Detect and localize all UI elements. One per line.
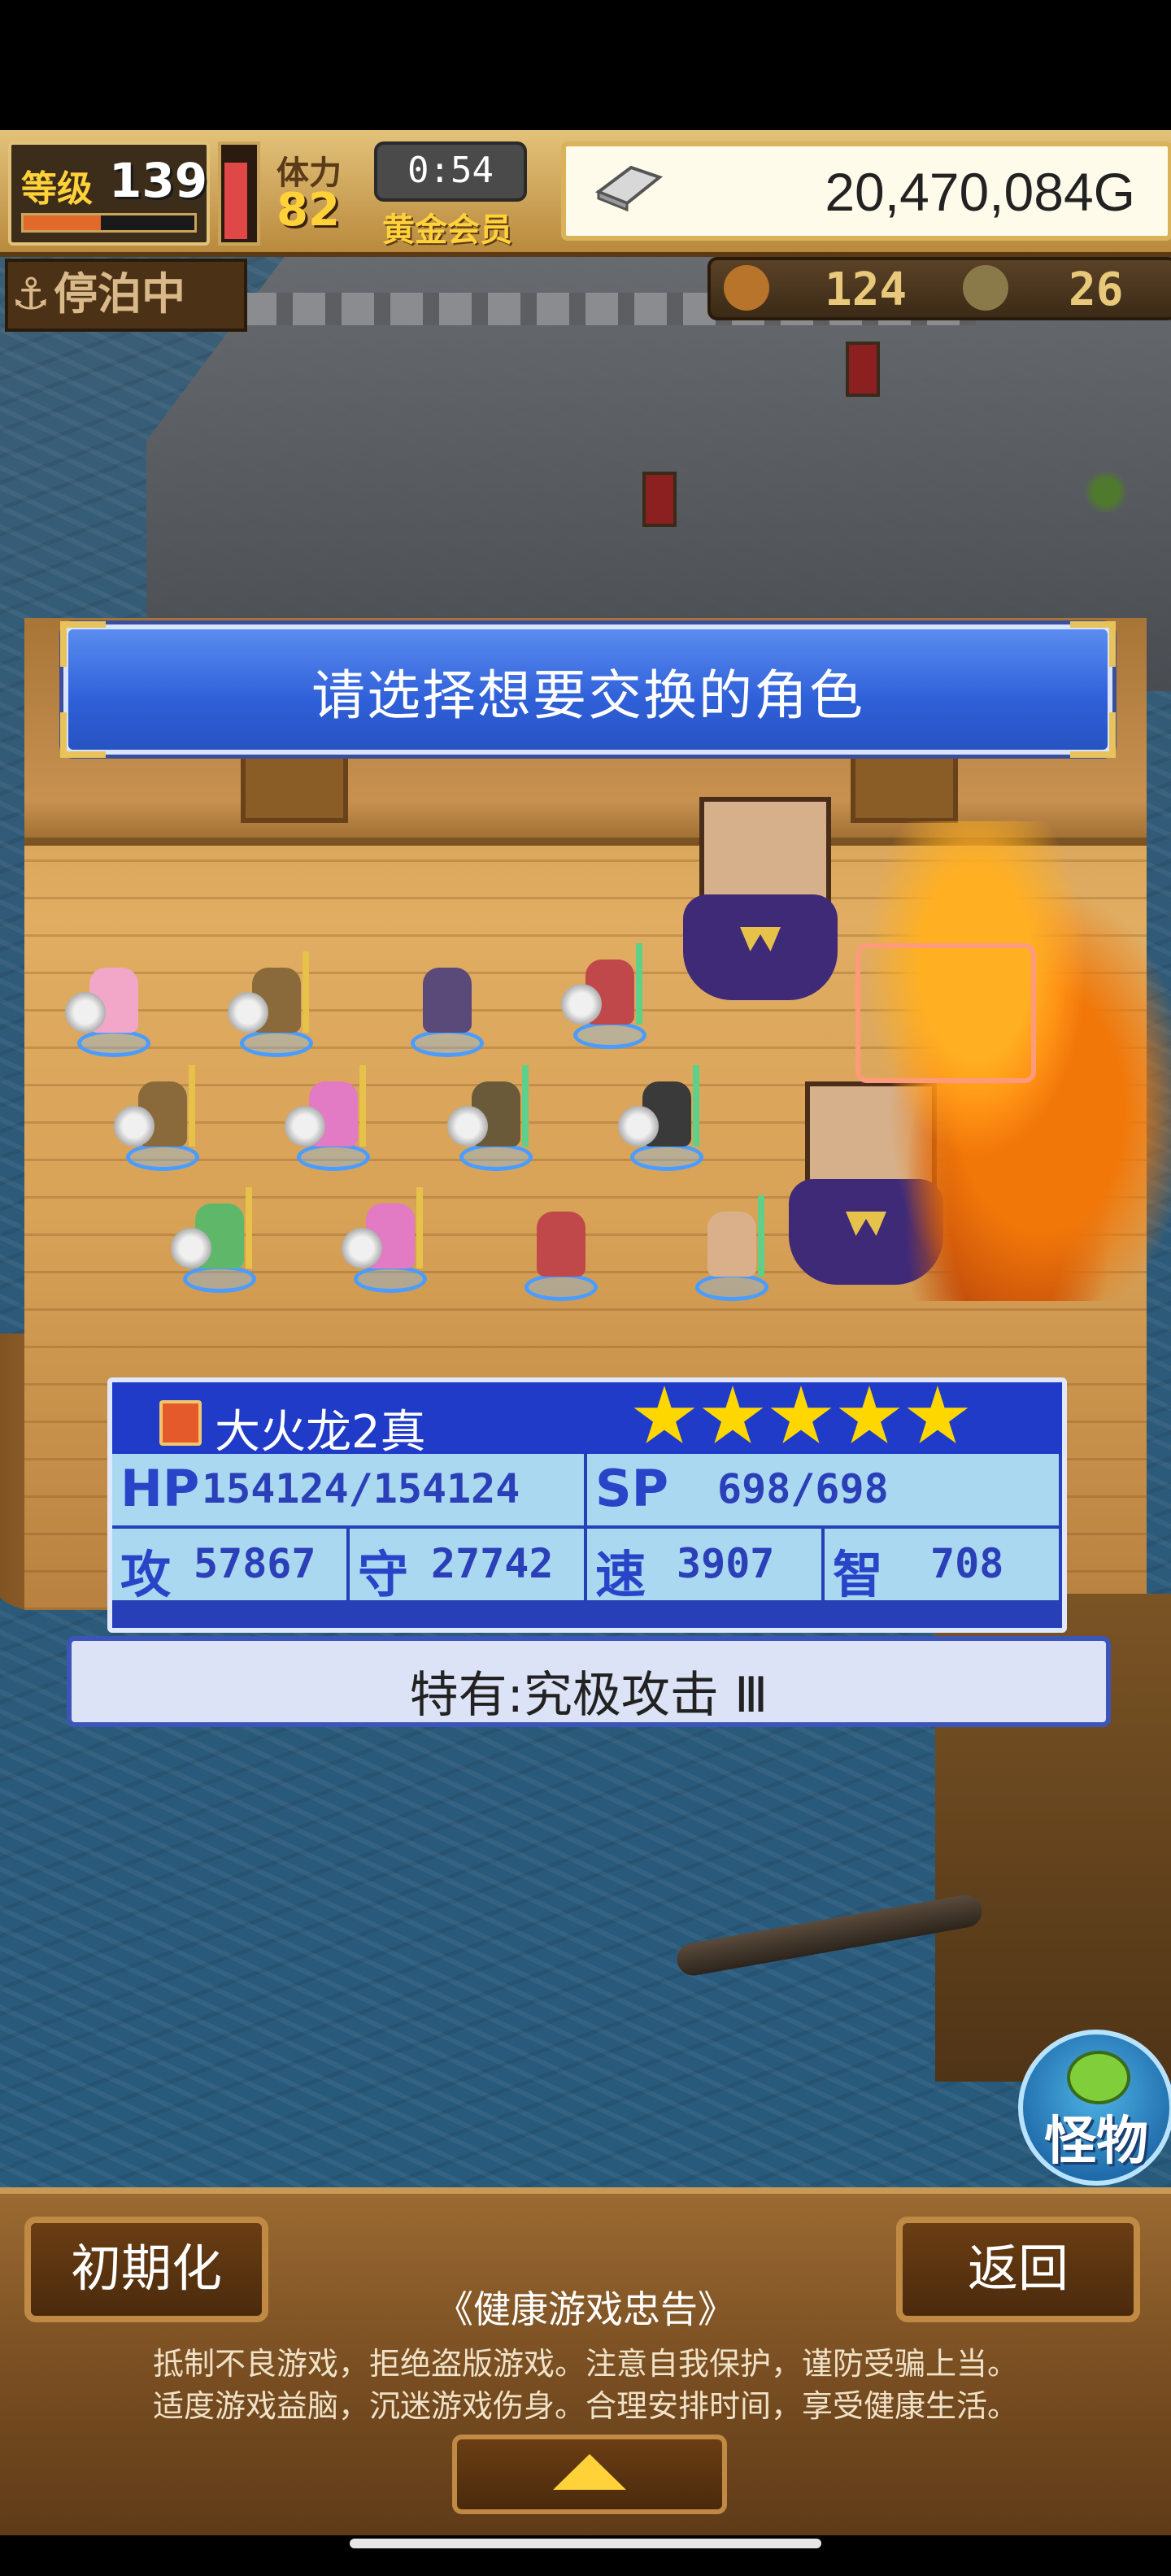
resource-1-value: 124 — [825, 263, 908, 316]
crew-unit[interactable] — [228, 951, 317, 1057]
int-label: 智 — [833, 1545, 884, 1604]
star-icon — [633, 1386, 695, 1443]
moored-status: ⚓停泊中 — [5, 259, 247, 332]
star-icon — [702, 1386, 764, 1443]
star-icon — [770, 1386, 832, 1443]
crew-unit[interactable] — [65, 959, 155, 1057]
level-value: 139 — [109, 153, 208, 208]
spd-value: 3907 — [677, 1540, 775, 1587]
spd-label: 速 — [595, 1545, 646, 1604]
resource-strip: 124 26 — [707, 257, 1171, 320]
slime-icon — [1067, 2051, 1130, 2104]
red-banner — [846, 342, 880, 397]
crew-unit[interactable] — [398, 959, 488, 1057]
crew-unit[interactable] — [285, 1065, 374, 1171]
sp-label: SP — [595, 1459, 669, 1518]
hp-label: HP — [120, 1459, 200, 1518]
stamina-value: 82 — [276, 184, 340, 237]
health-advisory-line: 抵制不良游戏，拒绝盗版游戏。注意自我保护，谨防受骗上当。 — [152, 2346, 1018, 2382]
plant — [1082, 472, 1130, 512]
top-hud: 等级 139 体力 82 0:54 黄金会员 20,470,084G — [0, 130, 1171, 257]
monster-button-label: 怪物 — [1044, 2112, 1148, 2172]
silver-bar-icon — [594, 165, 664, 211]
food-icon — [724, 265, 769, 311]
level-label: 等级 — [21, 168, 93, 210]
exp-bar — [21, 213, 197, 233]
star-icon — [838, 1386, 900, 1443]
medal-icon — [963, 265, 1008, 311]
def-value: 27742 — [431, 1540, 554, 1587]
star-icon — [907, 1386, 969, 1443]
unit-name: 大火龙2真 — [215, 1406, 426, 1459]
level-box: 等级 139 — [8, 141, 210, 246]
atk-cell: 攻 57867 — [112, 1529, 350, 1604]
stats-header: 大火龙2真 — [112, 1382, 1062, 1459]
spd-cell: 速 3907 — [587, 1529, 825, 1604]
selection-prompt-banner: 请选择想要交换的角色 — [60, 621, 1116, 758]
hp-gauge — [218, 141, 260, 246]
arrow-up-icon — [553, 2454, 626, 2490]
hp-gauge-fill — [224, 163, 247, 239]
crew-unit[interactable] — [618, 1065, 707, 1171]
gold-value: 20,470,084G — [825, 162, 1135, 222]
crew-unit[interactable] — [561, 943, 651, 1049]
crew-unit[interactable] — [683, 1195, 773, 1301]
health-advisory-line: 适度游戏益脑，沉迷游戏伤身。合理安排时间，享受健康生活。 — [152, 2388, 1018, 2424]
crew-unit[interactable] — [447, 1065, 537, 1171]
sp-value: 698/698 — [717, 1465, 889, 1512]
monster-button[interactable]: 怪物 — [1018, 2030, 1171, 2186]
crew-unit[interactable] — [342, 1187, 431, 1293]
anchor-icon: ⚓ — [11, 268, 51, 320]
expand-button[interactable] — [452, 2435, 727, 2514]
home-indicator[interactable] — [350, 2539, 821, 2548]
exp-bar-fill — [24, 215, 101, 230]
int-value: 708 — [930, 1540, 1004, 1587]
atk-label: 攻 — [120, 1545, 172, 1604]
hp-value: 154124/154124 — [202, 1465, 520, 1512]
def-label: 守 — [358, 1545, 409, 1604]
crew-unit-boss[interactable] — [683, 797, 838, 1008]
selection-cursor — [855, 943, 1036, 1083]
ability-text: 特有:究极攻击 Ⅲ — [409, 1667, 768, 1724]
membership-label: 黄金会员 — [382, 211, 512, 249]
rarity-stars — [633, 1386, 974, 1452]
atk-value: 57867 — [194, 1540, 316, 1587]
crew-unit[interactable] — [171, 1187, 260, 1293]
moored-label: 停泊中 — [54, 268, 185, 320]
unit-stats-panel: 大火龙2真 HP 154124/154124 SP 698/698 攻 5786… — [107, 1377, 1067, 1633]
def-cell: 守 27742 — [350, 1529, 587, 1604]
crew-unit[interactable] — [114, 1065, 203, 1171]
ability-panel: 特有:究极攻击 Ⅲ — [67, 1636, 1111, 1727]
resource-2-value: 26 — [1069, 263, 1124, 316]
int-cell: 智 708 — [825, 1529, 1062, 1604]
prompt-text: 请选择想要交换的角色 — [311, 664, 864, 727]
bottom-bar: 初期化 返回 《健康游戏忠告》 抵制不良游戏，拒绝盗版游戏。注意自我保护，谨防受… — [0, 2187, 1171, 2535]
sp-cell: SP 698/698 — [587, 1454, 1062, 1529]
hp-cell: HP 154124/154124 — [112, 1454, 587, 1529]
fire-element-icon — [159, 1400, 202, 1446]
stamina-box: 体力 82 0:54 黄金会员 — [268, 141, 537, 249]
gold-box: 20,470,084G — [561, 141, 1171, 241]
red-banner — [642, 472, 677, 527]
crew-unit[interactable] — [512, 1203, 602, 1301]
stamina-timer: 0:54 — [374, 141, 527, 202]
health-advisory-title: 《健康游戏忠告》 — [436, 2287, 735, 2331]
